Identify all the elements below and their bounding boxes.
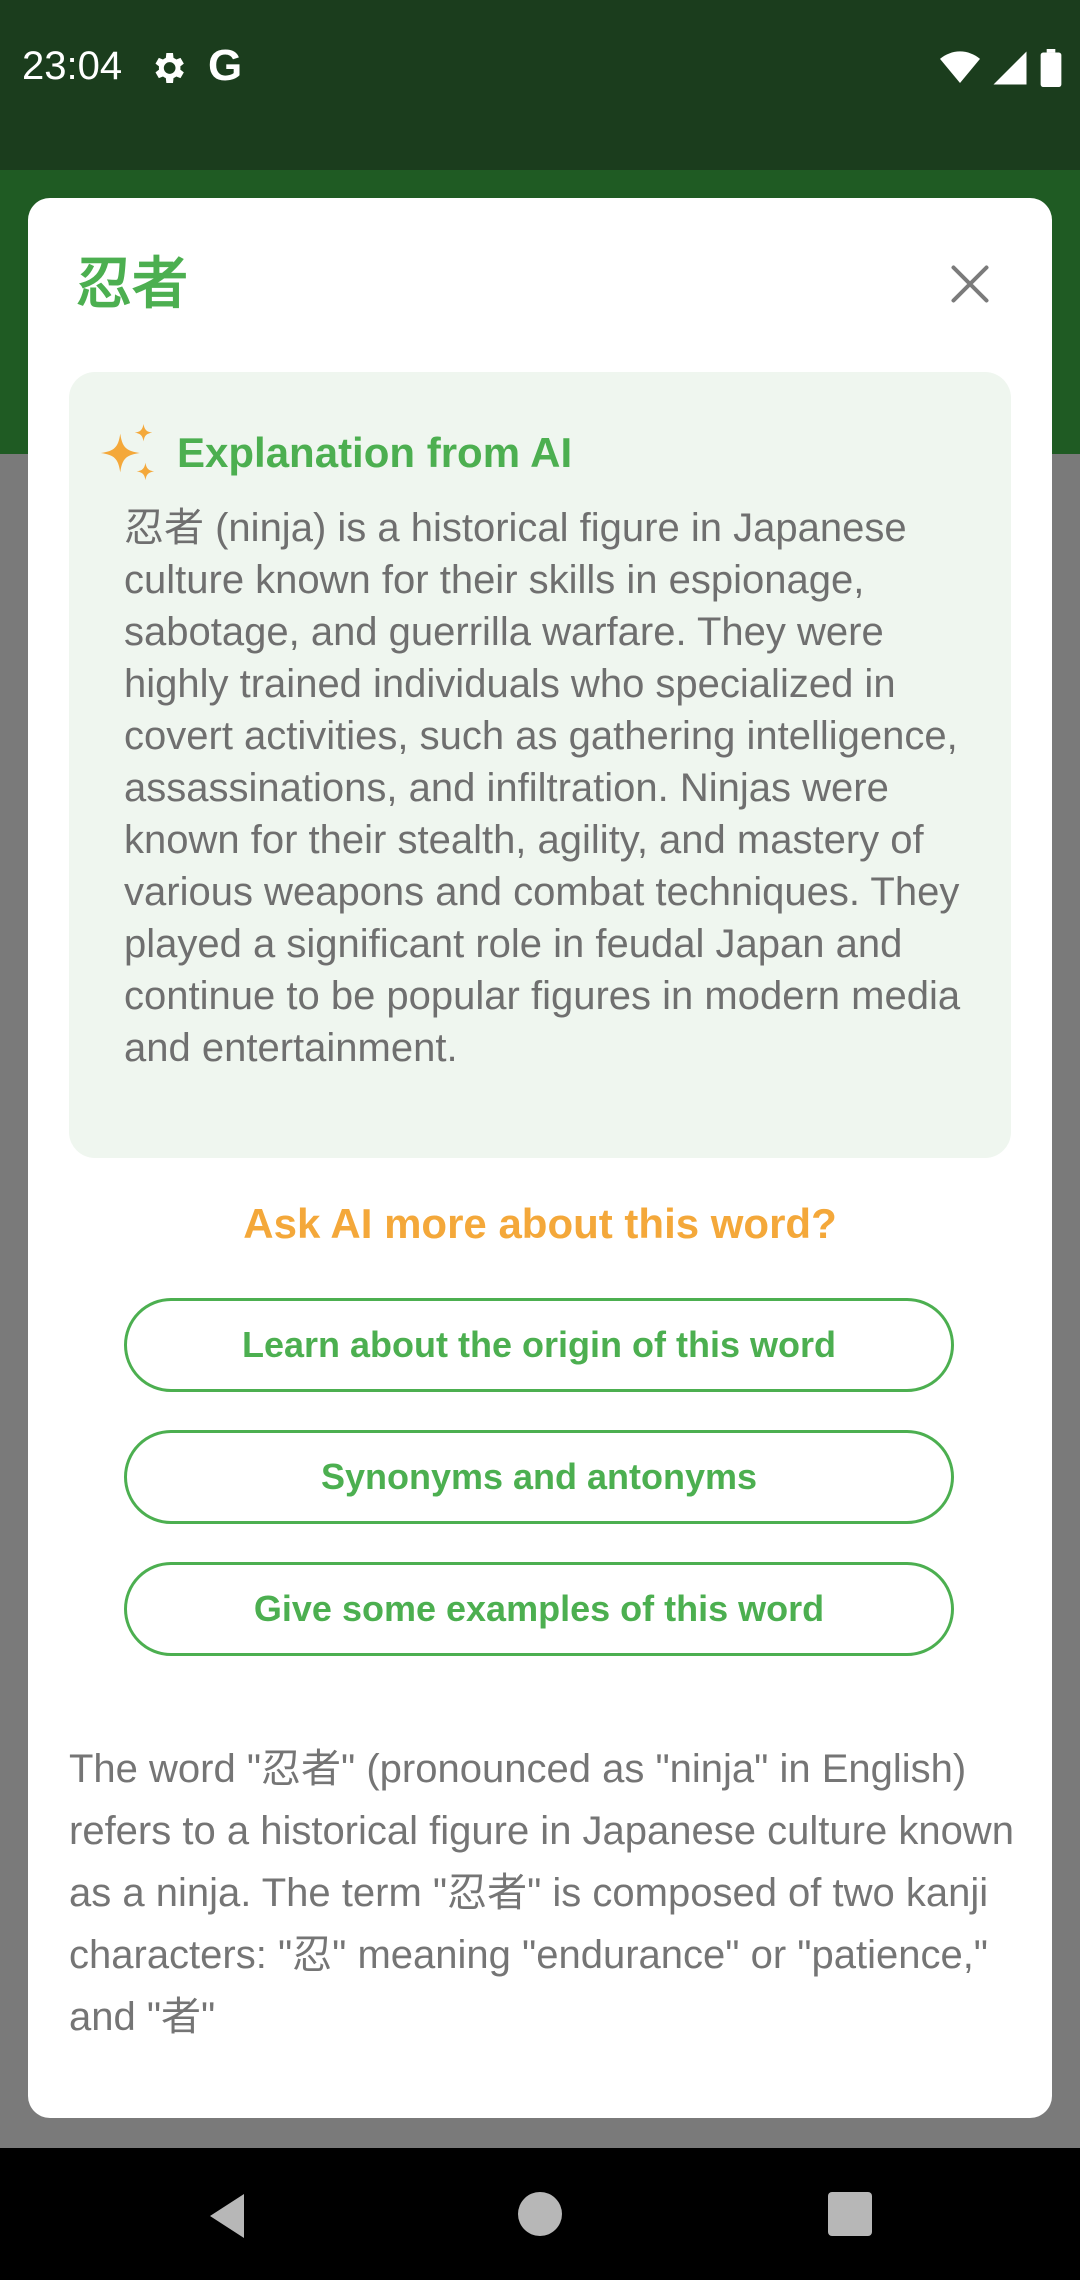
status-icons [940,48,1062,88]
status-time: 23:04 [22,44,123,88]
signal-icon [993,51,1027,85]
ai-card-header: Explanation from AI [97,420,572,486]
home-icon[interactable] [518,2192,562,2236]
recents-icon[interactable] [828,2192,872,2236]
close-icon [951,265,989,303]
ai-answer-text: The word "忍者" (pronounced as "ninja" in … [69,1747,1014,2039]
close-button[interactable] [940,254,1000,314]
synonyms-antonyms-button[interactable]: Synonyms and antonyms [124,1430,954,1524]
navigation-bar [0,2148,1080,2280]
ai-explanation-dialog: 忍者 Explanation from AI 忍者 (ninja) is a h… [28,198,1052,2118]
google-icon: G [208,41,243,90]
learn-origin-button[interactable]: Learn about the origin of this word [124,1298,954,1392]
ai-explanation-card: Explanation from AI 忍者 (ninja) is a hist… [69,372,1011,1158]
sparkle-icon [100,423,155,481]
back-icon[interactable] [204,2190,250,2242]
give-examples-button[interactable]: Give some examples of this word [124,1562,954,1656]
battery-icon [1040,49,1062,87]
gear-icon [155,53,184,83]
status-bar: 23:04 G [0,0,1080,170]
ai-explanation-text: 忍者 (ninja) is a historical figure in Jap… [124,506,961,1070]
wifi-icon [940,51,980,83]
ask-ai-label: Ask AI more about this word? [243,1200,837,1247]
ai-card-title: Explanation from AI [177,429,573,476]
dialog-title: 忍者 [76,252,188,315]
